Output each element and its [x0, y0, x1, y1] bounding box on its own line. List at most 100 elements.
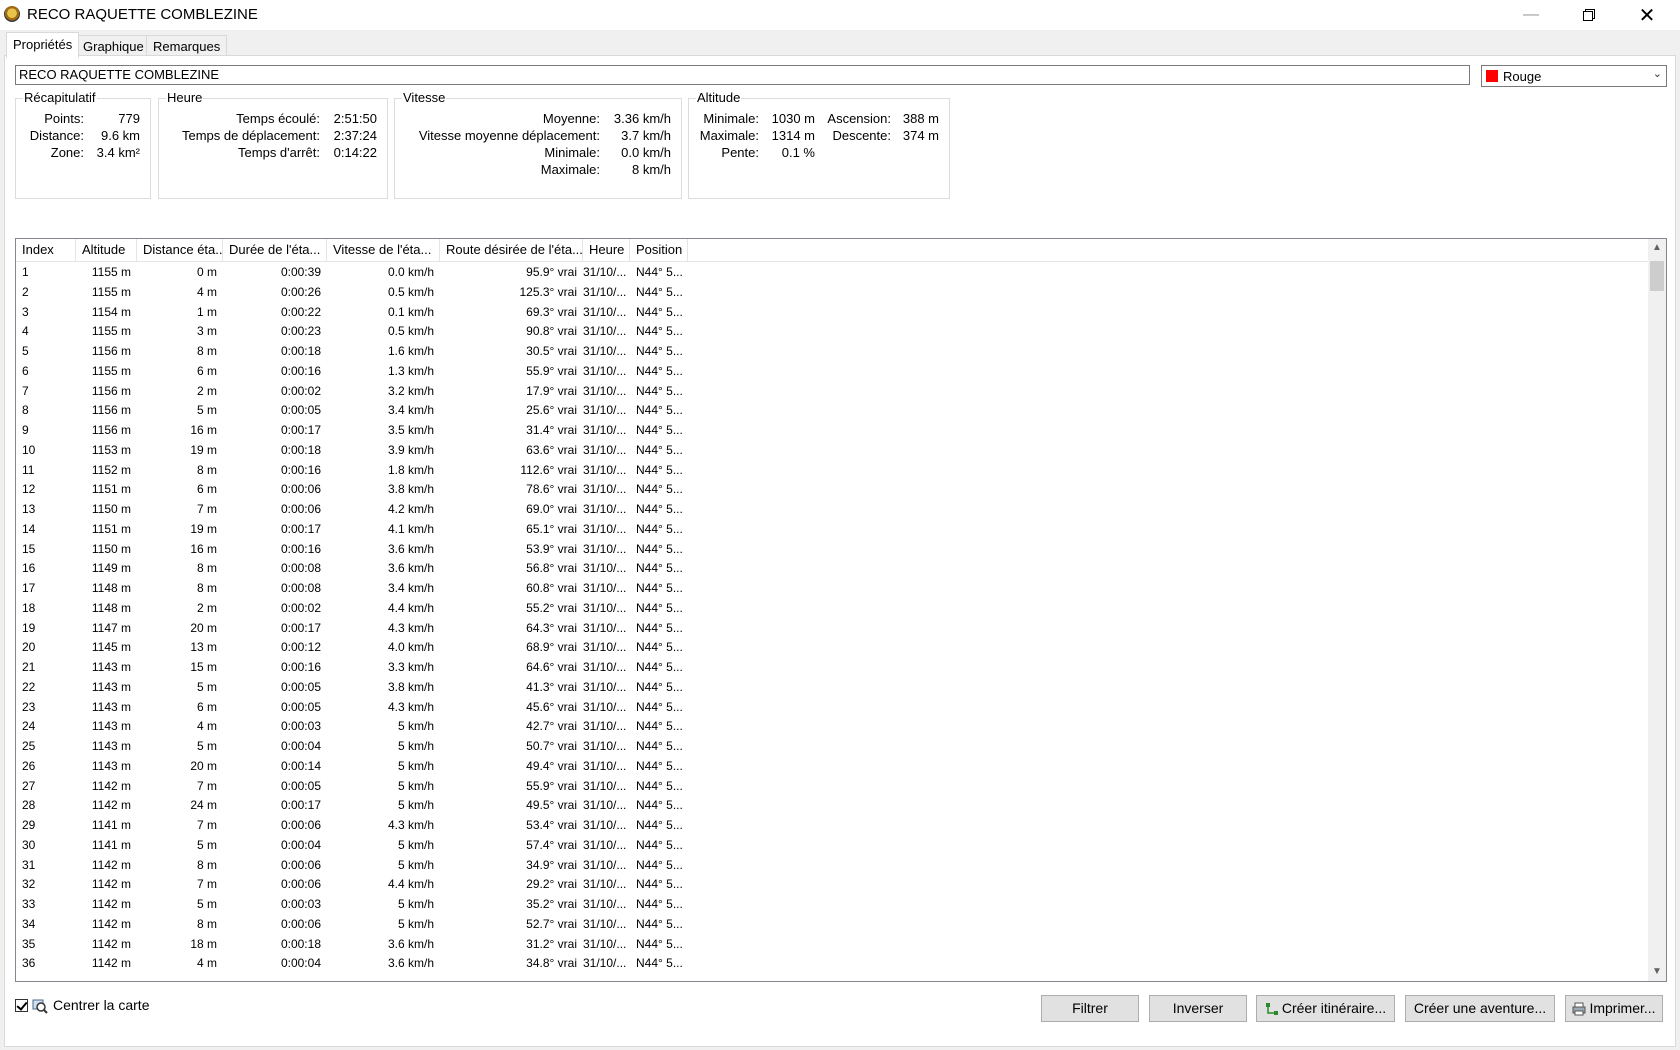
descent-value: 374 m [902, 128, 939, 143]
center-map-checkbox[interactable] [15, 999, 28, 1012]
table-cell: 65.1° vrai [526, 521, 577, 536]
column-header[interactable]: Altitude [76, 239, 137, 261]
table-row[interactable]: 6 1155 m 6 m 0:00:16 1.3 km/h 55.9° vrai 31/10… [16, 361, 716, 381]
column-header[interactable]: Position [630, 239, 688, 261]
table-row[interactable]: 4 1155 m 3 m 0:00:23 0.5 km/h 90.8° vrai 31/10… [16, 321, 716, 341]
table-cell: 17 [22, 581, 36, 595]
table-cell: 4.3 km/h [387, 699, 434, 714]
table-cell: 63.6° vrai [526, 442, 577, 457]
minimize-button[interactable]: — [1502, 0, 1560, 30]
table-cell: 0:00:02 [280, 383, 321, 398]
table-cell: 32 [22, 877, 36, 892]
scroll-down-icon[interactable]: ▼ [1648, 963, 1666, 981]
min-altitude-value: 1030 m [771, 111, 815, 126]
color-select[interactable]: Rouge ⌄ [1481, 65, 1667, 87]
restore-button[interactable] [1560, 0, 1618, 30]
table-cell: 14 [22, 521, 36, 536]
track-name-input[interactable] [15, 65, 1470, 85]
table-cell: 1154 m [91, 304, 131, 319]
column-header[interactable]: Route désirée de l'éta... [440, 239, 583, 261]
vertical-scrollbar[interactable]: ▲ ▼ [1648, 239, 1666, 981]
table-row[interactable]: 25 1143 m 5 m 0:00:04 5 km/h 50.7° vrai 31/10/… [16, 736, 716, 756]
table-row[interactable]: 30 1141 m 5 m 0:00:04 5 km/h 57.4° vrai 31/10/… [16, 835, 716, 855]
table-cell: 6 m [196, 699, 217, 714]
table-cell: 112.6° vrai [520, 462, 577, 477]
create-adventure-button[interactable]: Créer une aventure... [1405, 995, 1555, 1022]
table-row[interactable]: 29 1141 m 7 m 0:00:06 4.3 km/h 53.4° vrai 31/1… [16, 815, 716, 835]
table-row[interactable]: 34 1142 m 8 m 0:00:06 5 km/h 52.7° vrai 31/10/… [16, 914, 716, 934]
print-button[interactable]: Imprimer... [1565, 995, 1663, 1022]
table-row[interactable]: 36 1142 m 4 m 0:00:04 3.6 km/h 34.8° vrai 31/1… [16, 953, 716, 973]
table-row[interactable]: 32 1142 m 7 m 0:00:06 4.4 km/h 29.2° vrai 31/1… [16, 874, 716, 894]
table-row[interactable]: 9 1156 m 16 m 0:00:17 3.5 km/h 31.4° vrai 31/1… [16, 420, 716, 440]
table-cell: 1 [22, 265, 29, 279]
table-cell: 1141 m [91, 837, 131, 852]
table-row[interactable]: 1 1155 m 0 m 0:00:39 0.0 km/h 95.9° vrai 31/10… [16, 262, 716, 282]
trackpoints-table[interactable]: Index Altitude Distance éta... Durée de l'é… [15, 238, 1667, 982]
tab-remarks[interactable]: Remarques [146, 35, 228, 57]
table-cell: N44° 5... [636, 857, 683, 872]
table-row[interactable]: 14 1151 m 19 m 0:00:17 4.1 km/h 65.1° vrai 31/… [16, 519, 716, 539]
tab-properties[interactable]: Propriétés [6, 32, 80, 58]
table-cell: 3 m [196, 324, 217, 339]
table-row[interactable]: 17 1148 m 8 m 0:00:08 3.4 km/h 60.8° vrai 31/1… [16, 578, 716, 598]
table-row[interactable]: 3 1154 m 1 m 0:00:22 0.1 km/h 69.3° vrai 31/10… [16, 302, 716, 322]
table-row[interactable]: 33 1142 m 5 m 0:00:03 5 km/h 35.2° vrai 31/10/… [16, 894, 716, 914]
filter-button[interactable]: Filtrer [1041, 995, 1139, 1022]
table-row[interactable]: 28 1142 m 24 m 0:00:17 5 km/h 49.5° vrai 31/10… [16, 795, 716, 815]
table-row[interactable]: 7 1156 m 2 m 0:00:02 3.2 km/h 17.9° vrai 31/10… [16, 381, 716, 401]
table-cell: 31/10/... [583, 837, 627, 852]
table-cell: 1155 m [91, 284, 131, 299]
table-cell: 1148 m [91, 600, 131, 615]
table-row[interactable]: 26 1143 m 20 m 0:00:14 5 km/h 49.4° vrai 31/10… [16, 756, 716, 776]
column-header[interactable]: Heure [583, 239, 630, 261]
table-row[interactable]: 27 1142 m 7 m 0:00:05 5 km/h 55.9° vrai 31/10/… [16, 776, 716, 796]
table-cell: 21 [22, 660, 36, 674]
points-label: Points: [44, 111, 84, 126]
table-row[interactable]: 24 1143 m 4 m 0:00:03 5 km/h 42.7° vrai 31/10/… [16, 716, 716, 736]
table-row[interactable]: 15 1150 m 16 m 0:00:16 3.6 km/h 53.9° vrai 31/… [16, 539, 716, 559]
table-cell: 0:00:16 [280, 363, 321, 378]
scroll-up-icon[interactable]: ▲ [1648, 239, 1666, 257]
table-cell: 2 [22, 284, 29, 299]
column-header[interactable]: Durée de l'éta... [223, 239, 327, 261]
close-button[interactable]: ✕ [1618, 0, 1676, 30]
ascent-label: Ascension: [827, 111, 891, 126]
column-header[interactable]: Index [16, 239, 76, 261]
scroll-thumb[interactable] [1650, 261, 1664, 291]
column-header[interactable]: Distance éta... [137, 239, 223, 261]
table-row[interactable]: 5 1156 m 8 m 0:00:18 1.6 km/h 30.5° vrai 31/10… [16, 341, 716, 361]
table-cell: 27 [22, 778, 36, 793]
table-cell: N44° 5... [636, 482, 683, 497]
table-cell: 31/10/... [583, 956, 627, 971]
table-row[interactable]: 20 1145 m 13 m 0:00:12 4.0 km/h 68.9° vrai 31/… [16, 637, 716, 657]
table-row[interactable]: 11 1152 m 8 m 0:00:16 1.8 km/h 112.6° vrai 31/… [16, 460, 716, 480]
table-cell: 0:00:17 [280, 620, 321, 635]
table-row[interactable]: 35 1142 m 18 m 0:00:18 3.6 km/h 31.2° vrai 31/… [16, 934, 716, 954]
table-row[interactable]: 8 1156 m 5 m 0:00:05 3.4 km/h 25.6° vrai 31/10… [16, 400, 716, 420]
table-row[interactable]: 21 1143 m 15 m 0:00:16 3.3 km/h 64.6° vrai 31/… [16, 657, 716, 677]
table-cell: 8 m [196, 344, 217, 358]
table-cell: N44° 5... [636, 956, 683, 971]
table-row[interactable]: 10 1153 m 19 m 0:00:18 3.9 km/h 63.6° vrai 31/… [16, 440, 716, 460]
table-cell: 31.2° vrai [526, 936, 577, 951]
invert-button[interactable]: Inverser [1149, 995, 1247, 1022]
table-row[interactable]: 31 1142 m 8 m 0:00:06 5 km/h 34.9° vrai 31/10/… [16, 855, 716, 875]
table-cell: 4.3 km/h [387, 818, 434, 832]
table-row[interactable]: 12 1151 m 6 m 0:00:06 3.8 km/h 78.6° vrai 31/1… [16, 479, 716, 499]
table-row[interactable]: 16 1149 m 8 m 0:00:08 3.6 km/h 56.8° vrai 31/1… [16, 558, 716, 578]
table-row[interactable]: 13 1150 m 7 m 0:00:06 4.2 km/h 69.0° vrai 31/1… [16, 499, 716, 519]
table-row[interactable]: 19 1147 m 20 m 0:00:17 4.3 km/h 64.3° vrai 31/… [16, 618, 716, 638]
table-cell: 17.9° vrai [526, 383, 577, 398]
table-row[interactable]: 2 1155 m 4 m 0:00:26 0.5 km/h 125.3° vrai 31/1… [16, 282, 716, 302]
table-row[interactable]: 22 1143 m 5 m 0:00:05 3.8 km/h 41.3° vrai 31/1… [16, 677, 716, 697]
tab-chart[interactable]: Graphique [76, 35, 151, 57]
column-header[interactable]: Vitesse de l'éta... [327, 239, 440, 261]
table-cell: 10 [22, 442, 36, 457]
create-route-button[interactable]: Créer itinéraire... [1256, 995, 1395, 1022]
table-cell: 31/10/... [583, 818, 627, 832]
table-cell: 9 [22, 423, 29, 437]
table-row[interactable]: 23 1143 m 6 m 0:00:05 4.3 km/h 45.6° vrai 31/1… [16, 697, 716, 717]
table-cell: 0:00:06 [280, 482, 321, 497]
table-row[interactable]: 18 1148 m 2 m 0:00:02 4.4 km/h 55.2° vrai 31/1… [16, 598, 716, 618]
